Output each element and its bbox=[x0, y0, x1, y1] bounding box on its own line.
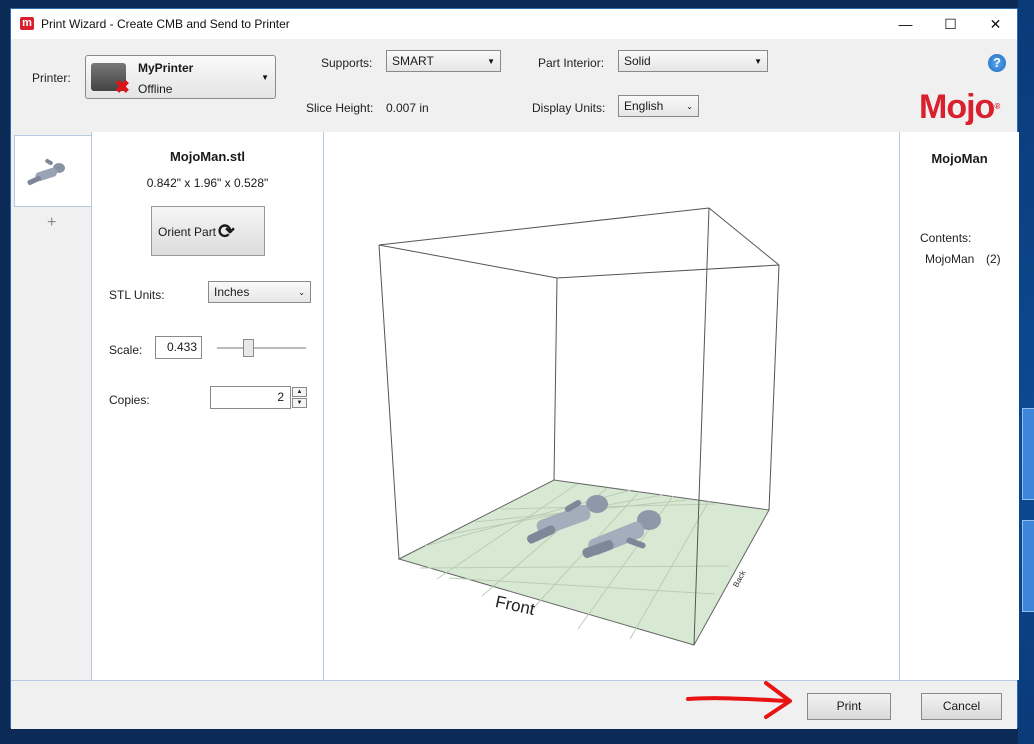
slice-height-value: 0.007 in bbox=[386, 101, 429, 115]
part-settings-panel: MojoMan.stl 0.842" x 1.96" x 0.528" Orie… bbox=[91, 132, 324, 680]
rotate-icon: ⟳ bbox=[218, 221, 235, 243]
settings-header: Printer: ✖ MyPrinter Offline ▼ Supports:… bbox=[11, 39, 1017, 132]
part-interior-value: Solid bbox=[624, 54, 651, 68]
stl-units-label: STL Units: bbox=[109, 288, 165, 302]
red-annotation-arrow bbox=[686, 681, 792, 719]
mojo-app-icon: m bbox=[20, 17, 34, 30]
close-button[interactable]: ✕ bbox=[973, 9, 1018, 39]
build-volume-3d-view[interactable]: Front Back bbox=[324, 132, 899, 680]
job-title: MojoMan bbox=[931, 151, 988, 166]
part-interior-dropdown[interactable]: Solid ▼ bbox=[618, 50, 768, 72]
stl-units-value: Inches bbox=[214, 285, 250, 299]
printer-status: Offline bbox=[138, 82, 173, 96]
desktop-tile bbox=[1022, 520, 1034, 612]
printer-name: MyPrinter bbox=[138, 61, 194, 75]
desktop-tile bbox=[1022, 408, 1034, 500]
maximize-button[interactable]: ☐ bbox=[928, 9, 973, 39]
copies-decrement-button[interactable]: ▼ bbox=[292, 398, 307, 408]
display-units-dropdown[interactable]: English ⌄ bbox=[618, 95, 699, 117]
print-button[interactable]: Print bbox=[807, 693, 891, 720]
mojo-logo-text: Mojo bbox=[919, 88, 995, 126]
printer-icon: ✖ bbox=[91, 63, 130, 96]
wizard-footer: Print Cancel bbox=[11, 680, 1017, 729]
contents-item-count: (2) bbox=[986, 252, 1001, 266]
window-title: Print Wizard - Create CMB and Send to Pr… bbox=[41, 17, 290, 31]
title-bar: m Print Wizard - Create CMB and Send to … bbox=[11, 9, 1017, 39]
chevron-down-icon: ⌄ bbox=[686, 102, 693, 111]
part-dimensions: 0.842" x 1.96" x 0.528" bbox=[146, 176, 269, 190]
build-volume-viewport[interactable]: Front Back bbox=[324, 132, 899, 680]
chevron-down-icon: ▼ bbox=[487, 57, 495, 66]
copies-input[interactable]: 2 bbox=[210, 386, 291, 409]
chevron-down-icon: ▼ bbox=[754, 57, 762, 66]
slice-height-label: Slice Height: bbox=[306, 101, 374, 115]
scale-slider-track[interactable] bbox=[217, 347, 306, 349]
display-units-value: English bbox=[624, 99, 664, 113]
wizard-body: + MojoMan.stl 0.842" x 1.96" x 0.528" Or… bbox=[11, 132, 1019, 680]
trademark-mark: ® bbox=[994, 102, 1000, 111]
part-tabs: + bbox=[11, 132, 91, 680]
orient-part-button[interactable]: Orient Part ⟳ bbox=[151, 206, 265, 256]
add-part-button[interactable]: + bbox=[47, 214, 56, 232]
orient-part-label: Orient Part bbox=[158, 225, 217, 239]
tab-mojoman-part[interactable] bbox=[14, 135, 91, 207]
copies-label: Copies: bbox=[109, 393, 150, 407]
chevron-down-icon: ⌄ bbox=[298, 288, 305, 297]
stl-units-dropdown[interactable]: Inches ⌄ bbox=[208, 281, 311, 303]
scale-slider-thumb[interactable] bbox=[243, 339, 254, 357]
contents-item-name: MojoMan bbox=[925, 252, 975, 266]
supports-value: SMART bbox=[392, 54, 434, 68]
contents-panel: MojoMan Contents: MojoMan (2) bbox=[899, 132, 1019, 680]
mojoman-thumbnail-icon bbox=[27, 159, 65, 186]
scale-input[interactable]: 0.433 bbox=[155, 336, 202, 359]
cancel-button[interactable]: Cancel bbox=[921, 693, 1002, 720]
supports-label: Supports: bbox=[321, 56, 373, 70]
printer-selector[interactable]: ✖ MyPrinter Offline ▼ bbox=[85, 55, 276, 99]
part-interior-label: Part Interior: bbox=[538, 56, 605, 70]
scale-label: Scale: bbox=[109, 343, 143, 357]
desktop-background bbox=[1018, 0, 1034, 744]
mojo-logo: Mojo® bbox=[919, 88, 1000, 126]
offline-x-icon: ✖ bbox=[114, 77, 130, 97]
copies-increment-button[interactable]: ▲ bbox=[292, 387, 307, 397]
part-file-name: MojoMan.stl bbox=[169, 149, 246, 164]
supports-dropdown[interactable]: SMART ▼ bbox=[386, 50, 501, 72]
chevron-down-icon: ▼ bbox=[261, 73, 269, 82]
print-wizard-window: m Print Wizard - Create CMB and Send to … bbox=[10, 8, 1019, 729]
display-units-label: Display Units: bbox=[532, 101, 606, 115]
printer-label: Printer: bbox=[32, 71, 71, 85]
help-icon[interactable]: ? bbox=[988, 54, 1006, 72]
minimize-button[interactable]: — bbox=[883, 9, 928, 39]
contents-label: Contents: bbox=[920, 231, 972, 245]
